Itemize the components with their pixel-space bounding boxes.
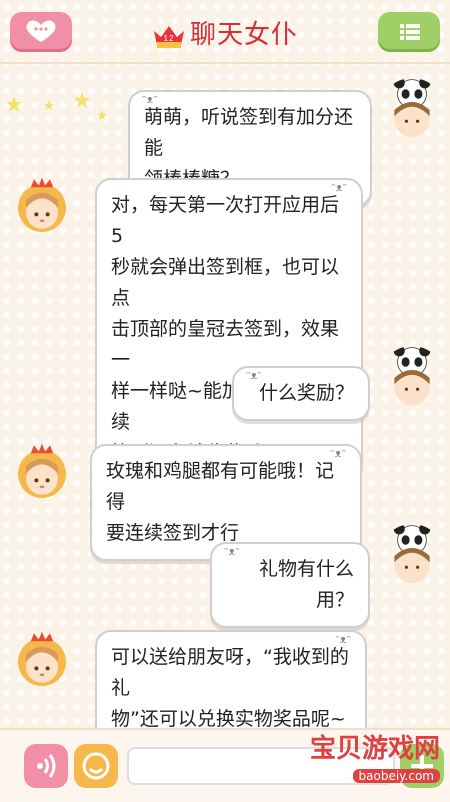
watermark-title: 宝贝游戏网 [309, 734, 440, 764]
voice-button[interactable] [24, 744, 68, 788]
panda-avatar[interactable] [380, 524, 444, 588]
menu-list-icon [400, 24, 420, 40]
watermark: 宝贝游戏网 baobeiy.com [310, 728, 440, 784]
crown-badge: 12 [164, 34, 175, 43]
input-bar: 宝贝游戏网 baobeiy.com [0, 728, 450, 802]
message-text-line: 可以送给朋友呀，“我收到的礼 [111, 646, 349, 699]
message-text-line: 萌萌，听说签到有加分还能 [144, 106, 354, 159]
message-bubble-user[interactable]: ᵔᴥᵔ 礼物有什么用？ [210, 542, 370, 628]
maid-avatar[interactable] [10, 176, 74, 240]
panda-avatar[interactable] [380, 346, 444, 410]
message-text-line: 礼物有什么用？ [258, 558, 354, 611]
watermark-url: baobeiy.com [352, 769, 440, 783]
menu-button[interactable] [378, 12, 440, 52]
maid-avatar[interactable] [10, 630, 74, 694]
face-decoration-icon: ᵔᴥᵔ [224, 545, 240, 558]
face-decoration-icon: ᵔᴥᵔ [331, 181, 347, 194]
face-decoration-icon: ᵔᴥᵔ [142, 93, 158, 106]
emoji-button[interactable] [74, 744, 118, 788]
stars-decoration [6, 92, 107, 120]
chat-list[interactable]: ᵔᴥᵔ 萌萌，听说签到有加分还能 领棒棒糖？ ᵔᴥᵔ 对，每天第一次打开应用后5… [0, 64, 450, 747]
message-text-line: 玫瑰和鸡腿都有可能哦！记得 [106, 460, 335, 513]
crown-icon[interactable]: 12 [152, 23, 186, 49]
maid-avatar[interactable] [10, 442, 74, 506]
message-text-line: 秒就会弹出签到框，也可以点 [111, 256, 340, 309]
face-decoration-icon: ᵔᴥᵔ [330, 447, 346, 460]
message-bubble-maid[interactable]: ᵔᴥᵔ 对，每天第一次打开应用后5 秒就会弹出签到框，也可以点 击顶部的皇冠去签… [95, 178, 363, 481]
face-decoration-icon: ᵔᴥᵔ [335, 633, 351, 646]
message-bubble-user[interactable]: ᵔᴥᵔ 什么奖励？ [232, 366, 370, 421]
title-text: 聊天女仆 [189, 20, 298, 50]
face-decoration-icon: ᵔᴥᵔ [246, 369, 262, 382]
message-text-line: 对，每天第一次打开应用后5 [111, 194, 340, 247]
message-text-line: 什么奖励？ [258, 382, 354, 404]
panda-avatar[interactable] [380, 78, 444, 142]
header: 12 聊天女仆 [0, 0, 450, 64]
emoji-icon [82, 752, 110, 780]
voice-icon [37, 754, 56, 778]
